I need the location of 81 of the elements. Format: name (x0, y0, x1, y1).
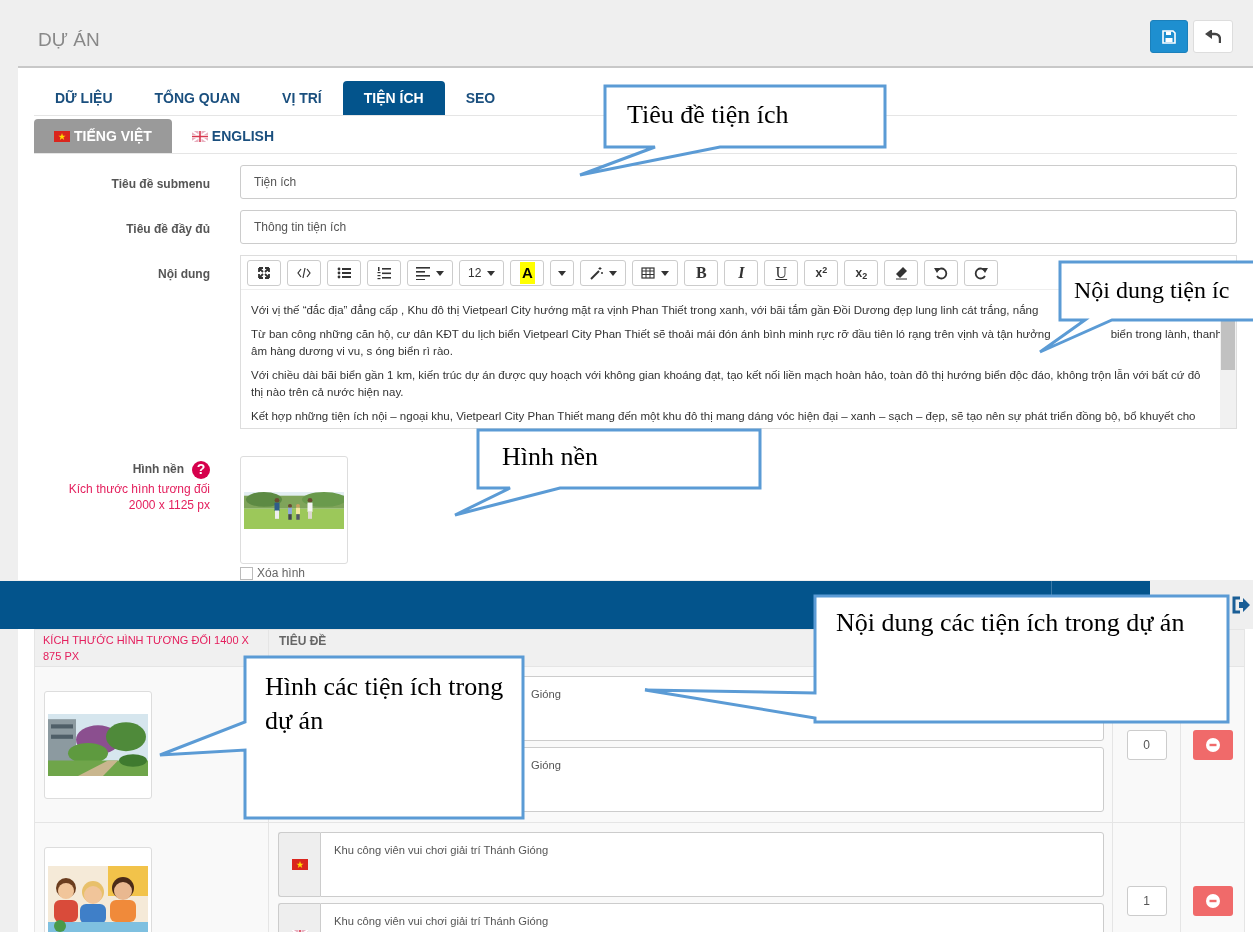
text-field[interactable]: Tiện ích (240, 165, 1237, 199)
image-frame[interactable] (44, 846, 152, 932)
tab[interactable]: SEO (444, 81, 517, 115)
numbered-list-button[interactable] (367, 260, 401, 286)
font-size-button[interactable]: 12 (459, 260, 505, 286)
text-field[interactable]: Thông tin tiện ích (240, 210, 1237, 244)
paragraph: Với chiều dài bãi biển gần 1 km, kiến trúc dự án được quy hoạch với không gian khoáng đạt, tạo kết nối liền mạch hoàn hảo, toàn đô thị hướng biển độc đáo, không trộn lẫn với bất cứ đô thị nào trên cả nước hiện nay. (251, 368, 1202, 400)
tab[interactable]: VỊ TRÍ (261, 81, 343, 115)
image-frame[interactable] (44, 690, 152, 799)
table-icon (641, 266, 656, 280)
caret-icon (661, 270, 670, 276)
image-frame[interactable] (240, 456, 348, 564)
callout-text: Tiêu đề tiện ích (627, 99, 790, 131)
bullet-list-icon (337, 266, 351, 280)
fullscreen-icon (257, 266, 271, 280)
callout-text: Hình nền (502, 441, 600, 473)
align-button[interactable] (407, 260, 453, 286)
caret-icon (558, 270, 567, 276)
style-button[interactable] (580, 260, 627, 286)
undo-button[interactable] (924, 260, 959, 286)
tab[interactable]: TỔNG QUAN (133, 81, 262, 115)
field-label: Tiêu đề submenu (110, 176, 210, 193)
callout-text: Hình các tiện ích trong dự án (265, 671, 505, 737)
back-button[interactable] (1193, 20, 1233, 53)
fullscreen-button[interactable] (247, 260, 281, 286)
delete-button[interactable] (1192, 885, 1233, 916)
delete-button[interactable] (1192, 729, 1233, 760)
flag-icon (54, 130, 70, 142)
save-icon (1162, 29, 1176, 44)
underline-button[interactable]: U (764, 260, 799, 286)
code-icon (297, 266, 311, 280)
back-arrow-icon (1205, 29, 1221, 44)
size-hint: Kích thước hình tương đối 2000 x 1125 px (67, 480, 210, 513)
column-header: TIÊU ĐỀ (278, 632, 328, 650)
eraser-icon (894, 266, 909, 280)
bold-button[interactable]: B (684, 260, 719, 286)
size-hint: KÍCH THƯỚC HÌNH TƯƠNG ĐỐI 1400 X 875 PX (42, 633, 250, 664)
text-color-button[interactable]: A (510, 260, 545, 286)
tab[interactable]: TIỆN ÍCH (342, 81, 445, 115)
language-tab[interactable]: ENGLISH (171, 119, 295, 153)
save-button[interactable] (1150, 20, 1188, 53)
callout-text: Nội dung tiện íc (1074, 276, 1231, 305)
flag-icon (191, 130, 208, 142)
align-icon (416, 266, 430, 280)
paragraph-text: Từ ban công những căn hộ, cư dân KĐT du lịch biển Vietpearl City Phan Thiết sẽ thoải mái đón ánh bình minh rực rỡ đầu tiên ló rạng trên vịnh và tận hưởng (251, 327, 1051, 342)
italic-button[interactable]: I (724, 260, 759, 286)
logout-icon[interactable] (1232, 596, 1250, 614)
minus-circle-icon (1205, 737, 1220, 752)
paragraph: Kết hợp những tiện ích nội – ngoại khu, Vietpearl City Phan Thiết mang đến một khu đô thị mang dáng vóc hiện đại – xanh – sạch – đẹp, sẽ tạo nên sự phát triển đồng bộ, bổ khuyết cho (251, 409, 1197, 424)
bullet-list-button[interactable] (327, 260, 361, 286)
flag-icon (291, 859, 308, 870)
caret-icon (436, 270, 444, 276)
undo-icon (934, 266, 949, 280)
order-field[interactable]: 1 (1126, 885, 1167, 916)
paragraph: Với vị thế “đắc địa” đẳng cấp , Khu đô thị Vietpearl City hướng mặt ra vịnh Phan Thiết trong xanh, với bãi tắm gần Đồi Dương đẹp lung linh cát trắng, nắng (251, 303, 1040, 318)
subscript-button[interactable]: x$_{2}$ (844, 260, 879, 286)
paragraph-text: âm hàng dương vi vu, s óng biển rì rào. (251, 344, 453, 359)
table-button[interactable] (632, 260, 679, 286)
text-area[interactable]: Khu công viên vui chơi giải trí Thánh Gióng (320, 832, 1104, 897)
order-field[interactable]: 0 (1126, 729, 1167, 760)
tab[interactable]: DỮ LIỆU (34, 81, 134, 115)
redo-icon (974, 266, 989, 280)
superscript-button[interactable]: x$^{2}$ (804, 260, 839, 286)
dropdown-button[interactable] (550, 260, 575, 286)
redo-button[interactable] (964, 260, 999, 286)
numbered-list-icon (377, 266, 391, 280)
field-label: Hình nền (132, 462, 184, 476)
text-area[interactable]: Khu công viên vui chơi giải trí Thánh Gióng (320, 903, 1104, 932)
caret-icon (487, 270, 496, 276)
code-view-button[interactable] (287, 260, 321, 286)
field-label: Tiêu đề đầy đủ (125, 221, 210, 238)
help-icon[interactable]: ? (192, 460, 210, 479)
minus-circle-icon (1205, 893, 1220, 908)
checkbox-label: Xóa hình (257, 565, 306, 582)
checkbox[interactable] (240, 566, 253, 580)
caret-icon (609, 270, 618, 276)
magic-wand-icon (589, 266, 604, 280)
callout-text: Nội dung các tiện ích trong dự án (836, 607, 1186, 639)
field-label: Nội dung (157, 266, 210, 283)
clear-format-button[interactable] (884, 260, 919, 286)
page-title: DỰ ÁN (38, 28, 100, 52)
